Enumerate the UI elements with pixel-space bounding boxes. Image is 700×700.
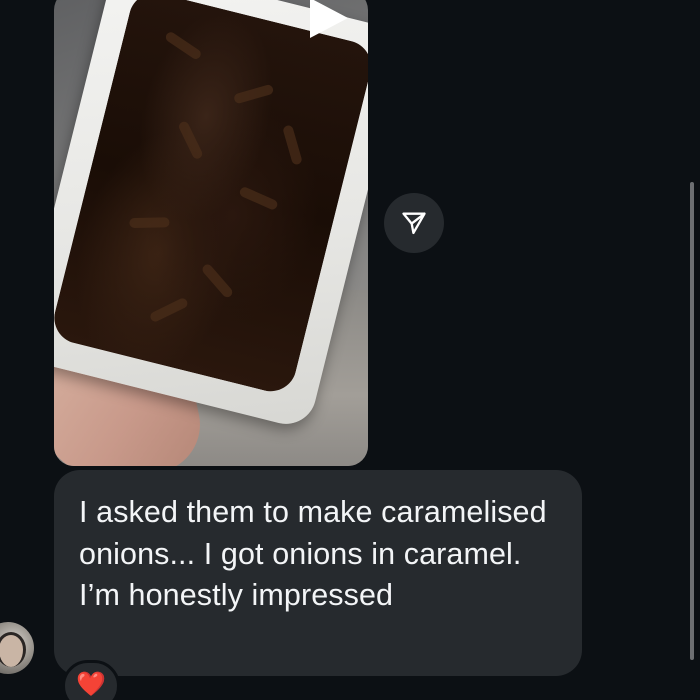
message-text: I asked them to make caramelised onions.…: [79, 495, 547, 612]
photo-onions: [54, 0, 368, 397]
share-button[interactable]: [384, 193, 444, 253]
onion-fleck: [282, 124, 303, 166]
scrollbar[interactable]: [690, 182, 694, 660]
avatar[interactable]: [0, 622, 34, 674]
reaction-badge[interactable]: ❤️: [62, 660, 120, 700]
onion-fleck: [238, 185, 279, 212]
avatar-face: [0, 632, 26, 667]
paper-plane-icon: [402, 212, 426, 235]
message-bubble[interactable]: I asked them to make caramelised onions.…: [54, 470, 582, 676]
play-icon[interactable]: [310, 0, 348, 38]
onion-fleck: [163, 30, 203, 61]
dm-thread: I asked them to make caramelised onions.…: [0, 0, 700, 700]
onion-fleck: [148, 296, 190, 324]
onion-fleck: [200, 262, 235, 300]
onion-fleck: [233, 83, 275, 105]
video-message[interactable]: [54, 0, 368, 466]
onion-fleck: [177, 120, 204, 161]
onion-fleck: [129, 217, 170, 229]
photo-tray: [54, 0, 368, 431]
heart-icon: ❤️: [76, 671, 106, 698]
